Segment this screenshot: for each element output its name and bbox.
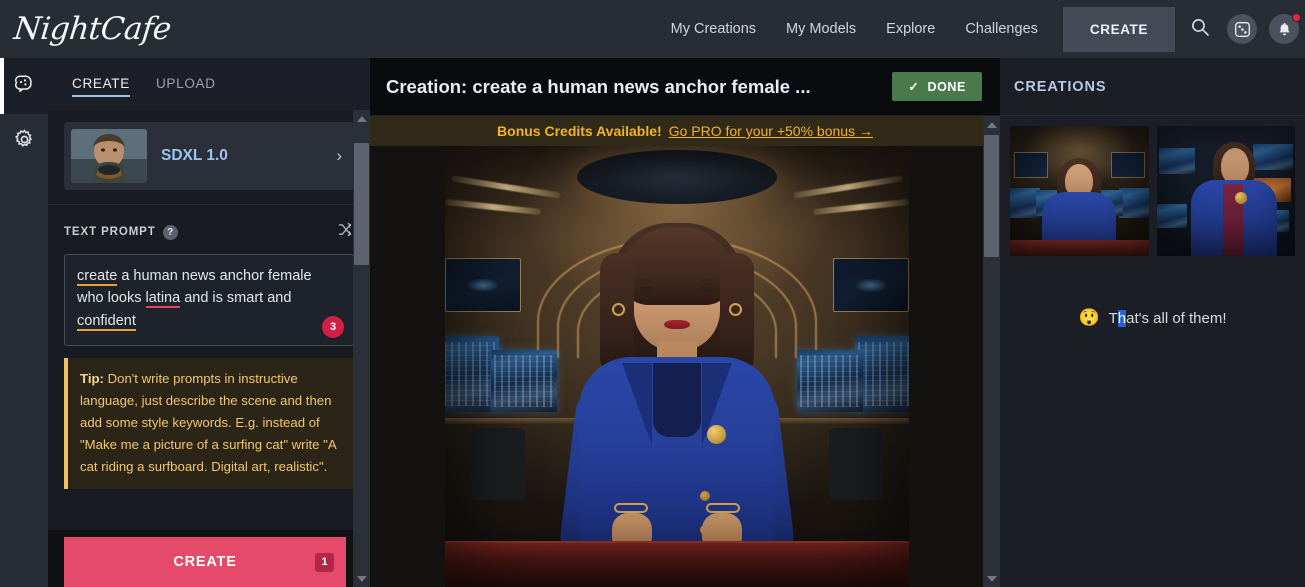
- model-thumbnail: [71, 129, 147, 183]
- done-button[interactable]: ✓ DONE: [892, 72, 982, 101]
- search-button[interactable]: [1181, 10, 1219, 48]
- end-of-list-text: That's all of them!: [1108, 309, 1227, 327]
- scroll-up-arrow[interactable]: [983, 116, 1000, 133]
- prompt-section: TEXT PROMPT ? create a human news anchor…: [48, 205, 370, 347]
- scroll-up-arrow[interactable]: [353, 110, 370, 127]
- scroll-track[interactable]: [353, 127, 370, 570]
- go-pro-link[interactable]: Go PRO for your +50% bonus →: [669, 123, 873, 139]
- scroll-thumb[interactable]: [354, 143, 369, 265]
- icon-rail: [0, 58, 48, 587]
- shuffle-icon[interactable]: [337, 221, 354, 243]
- nightcafe-app: NightCafe My Creations My Models Explore…: [0, 0, 1305, 587]
- prompt-tip: Tip: Don't write prompts in instructive …: [64, 358, 354, 490]
- gear-icon: [13, 128, 36, 156]
- random-button[interactable]: [1223, 10, 1261, 48]
- prompt-header: TEXT PROMPT ?: [64, 221, 354, 243]
- left-panel-tabs: CREATE UPLOAD: [48, 58, 370, 110]
- prompt-text-2: and is smart and: [180, 290, 292, 307]
- done-button-label: DONE: [927, 79, 966, 94]
- banner-headline: Bonus Credits Available!: [497, 123, 662, 139]
- create-button[interactable]: CREATE 1: [64, 537, 346, 587]
- image-vignette: [445, 146, 909, 587]
- end-of-list-message: 😲 That's all of them!: [1000, 308, 1305, 328]
- bonus-credits-banner[interactable]: Bonus Credits Available! Go PRO for your…: [370, 116, 1000, 146]
- dice-icon: [1227, 14, 1257, 44]
- end-text-prefix: T: [1108, 309, 1118, 327]
- prompt-token-create: create: [77, 268, 118, 286]
- check-icon: ✓: [908, 80, 920, 94]
- thumb-vignette: [1157, 126, 1296, 256]
- thumb-vignette: [1010, 126, 1149, 256]
- search-icon: [1190, 17, 1210, 42]
- scroll-down-arrow[interactable]: [353, 570, 370, 587]
- tab-upload[interactable]: UPLOAD: [146, 58, 226, 110]
- creation-header: Creation: create a human news anchor fem…: [370, 58, 1000, 116]
- right-panel: CREATIONS 😲 That's all of them!: [1000, 58, 1305, 587]
- brand-logo[interactable]: NightCafe: [0, 11, 173, 47]
- notifications-button[interactable]: [1265, 10, 1303, 48]
- prompt-input[interactable]: create a human news anchor female who lo…: [64, 254, 354, 347]
- notification-badge: [1292, 13, 1301, 22]
- scroll-down-arrow[interactable]: [983, 570, 1000, 587]
- rail-item-settings[interactable]: [0, 114, 48, 170]
- tab-create[interactable]: CREATE: [62, 58, 140, 110]
- top-navigation: My Creations My Models Explore Challenge…: [656, 0, 1305, 58]
- tip-body: Don't write prompts in instructive langu…: [80, 371, 336, 474]
- nav-challenges[interactable]: Challenges: [950, 0, 1053, 58]
- model-selector[interactable]: SDXL 1.0 ›: [64, 122, 354, 190]
- nav-my-models[interactable]: My Models: [771, 0, 871, 58]
- prompt-issue-count-badge[interactable]: 3: [322, 316, 344, 339]
- generated-image-stage: [370, 146, 983, 587]
- page-title: Creation: create a human news anchor fem…: [386, 75, 811, 97]
- left-panel: CREATE UPLOAD SDXL 1.0 › TEXT PROMPT ? c…: [48, 58, 370, 587]
- center-panel: Creation: create a human news anchor fem…: [370, 58, 1000, 587]
- prompt-token-confident: confident: [77, 312, 136, 331]
- end-text-selection: h: [1117, 309, 1127, 327]
- creation-scroll-area: Bonus Credits Available! Go PRO for your…: [370, 116, 1000, 587]
- creations-title: CREATIONS: [1014, 78, 1107, 95]
- scroll-track[interactable]: [983, 133, 1000, 570]
- help-icon[interactable]: ?: [162, 224, 178, 240]
- main-body: CREATE UPLOAD SDXL 1.0 › TEXT PROMPT ? c…: [0, 58, 1305, 587]
- end-text-rest: at's all of them!: [1126, 309, 1227, 327]
- chevron-right-icon: ›: [336, 146, 342, 165]
- rail-item-create[interactable]: [0, 58, 48, 114]
- create-button-badge: 1: [315, 552, 334, 572]
- creations-thumbnails: [1000, 116, 1305, 256]
- nav-explore[interactable]: Explore: [871, 0, 950, 58]
- prompt-label: TEXT PROMPT: [64, 226, 156, 238]
- surprised-face-icon: 😲: [1078, 308, 1100, 327]
- model-section: SDXL 1.0 ›: [48, 110, 370, 190]
- create-button-label: CREATE: [173, 554, 237, 570]
- scroll-thumb[interactable]: [984, 135, 999, 257]
- center-scrollbar[interactable]: [983, 116, 1000, 587]
- left-panel-scroll: SDXL 1.0 › TEXT PROMPT ? create a human …: [48, 110, 370, 587]
- prompt-token-latina: latina: [145, 290, 181, 309]
- top-bar: NightCafe My Creations My Models Explore…: [0, 0, 1305, 58]
- generated-image[interactable]: [444, 146, 909, 587]
- creation-thumbnail-2[interactable]: [1156, 126, 1296, 256]
- tip-prefix: Tip:: [80, 371, 104, 387]
- creation-thumbnail-1[interactable]: [1010, 126, 1149, 256]
- left-panel-scrollbar[interactable]: [353, 110, 370, 587]
- create-nav-button[interactable]: CREATE: [1062, 6, 1175, 52]
- model-name: SDXL 1.0: [161, 147, 228, 164]
- brain-icon: [12, 72, 36, 101]
- creations-header: CREATIONS: [1000, 58, 1305, 116]
- nav-my-creations[interactable]: My Creations: [656, 0, 771, 58]
